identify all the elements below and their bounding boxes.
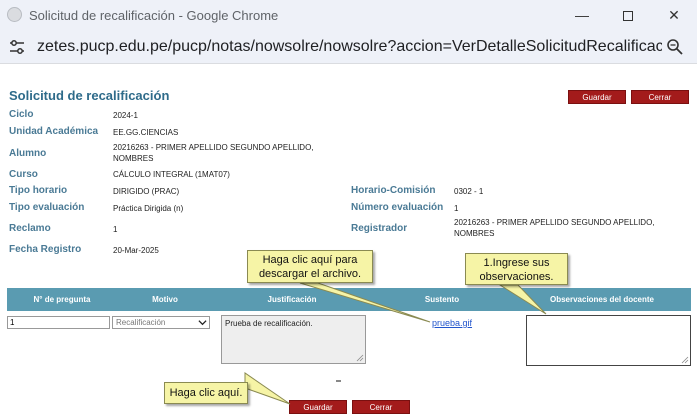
download-callout-pointer xyxy=(299,282,431,323)
download-callout: Haga clic aquí para descargar el archivo… xyxy=(247,250,373,283)
click-here-callout-pointer xyxy=(244,372,291,405)
observations-callout-pointer xyxy=(498,284,547,315)
callout-pointers xyxy=(244,282,547,405)
click-here-callout: Haga clic aquí. xyxy=(164,382,248,404)
observations-callout: 1.Ingrese sus observaciones. xyxy=(465,253,568,285)
